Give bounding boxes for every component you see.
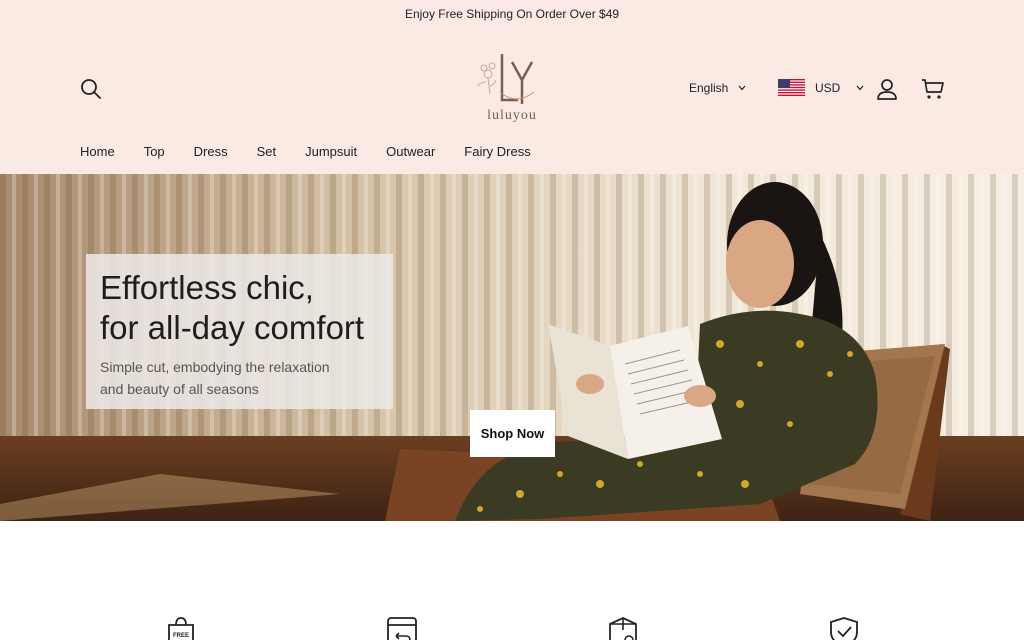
nav-item-home[interactable]: Home xyxy=(80,144,115,159)
currency-label: USD xyxy=(815,80,841,95)
chevron-down-icon xyxy=(856,85,864,90)
returns-icon xyxy=(387,617,417,640)
nav-item-set[interactable]: Set xyxy=(257,144,277,159)
cart-icon[interactable] xyxy=(919,76,947,102)
features-row: FREE xyxy=(0,521,1024,640)
us-flag-icon xyxy=(778,79,805,96)
brand-name: luluyou xyxy=(487,108,537,123)
language-selector[interactable]: English xyxy=(689,81,746,95)
nav-item-top[interactable]: Top xyxy=(144,144,165,159)
hero-subtitle: Simple cut, embodying the relaxation and… xyxy=(100,356,379,400)
site-header: luluyou English USD Home Top Dress Set J… xyxy=(0,28,1024,174)
nav-item-dress[interactable]: Dress xyxy=(194,144,228,159)
free-shipping-bag-icon: FREE xyxy=(168,617,194,640)
hero-title-line: Effortless chic, xyxy=(100,269,314,306)
search-icon[interactable] xyxy=(78,76,104,102)
package-icon xyxy=(609,617,637,640)
nav-item-outwear[interactable]: Outwear xyxy=(386,144,435,159)
account-icon[interactable] xyxy=(874,76,900,102)
shop-now-button[interactable]: Shop Now xyxy=(470,410,555,457)
language-label: English xyxy=(689,81,729,95)
announcement-text: Enjoy Free Shipping On Order Over $49 xyxy=(404,7,620,21)
hero-title-line: for all-day comfort xyxy=(100,309,365,346)
hero-subtitle-line: and beauty of all seasons xyxy=(100,381,259,397)
hero-subtitle-line: Simple cut, embodying the relaxation xyxy=(100,359,330,375)
hero-banner: Effortless chic, for all-day comfort Sim… xyxy=(0,174,1024,521)
free-badge-text: FREE xyxy=(173,633,189,639)
hero-text-panel: Effortless chic, for all-day comfort Sim… xyxy=(86,254,393,409)
announcement-bar: Enjoy Free Shipping On Order Over $49 xyxy=(0,0,1024,28)
hero-title: Effortless chic, for all-day comfort xyxy=(100,268,379,348)
main-nav: Home Top Dress Set Jumpsuit Outwear Fair… xyxy=(80,144,531,159)
nav-item-jumpsuit[interactable]: Jumpsuit xyxy=(305,144,357,159)
chevron-down-icon xyxy=(738,85,746,91)
nav-item-fairy-dress[interactable]: Fairy Dress xyxy=(464,144,530,159)
currency-selector[interactable]: USD xyxy=(778,79,864,96)
shield-check-icon xyxy=(830,617,858,640)
